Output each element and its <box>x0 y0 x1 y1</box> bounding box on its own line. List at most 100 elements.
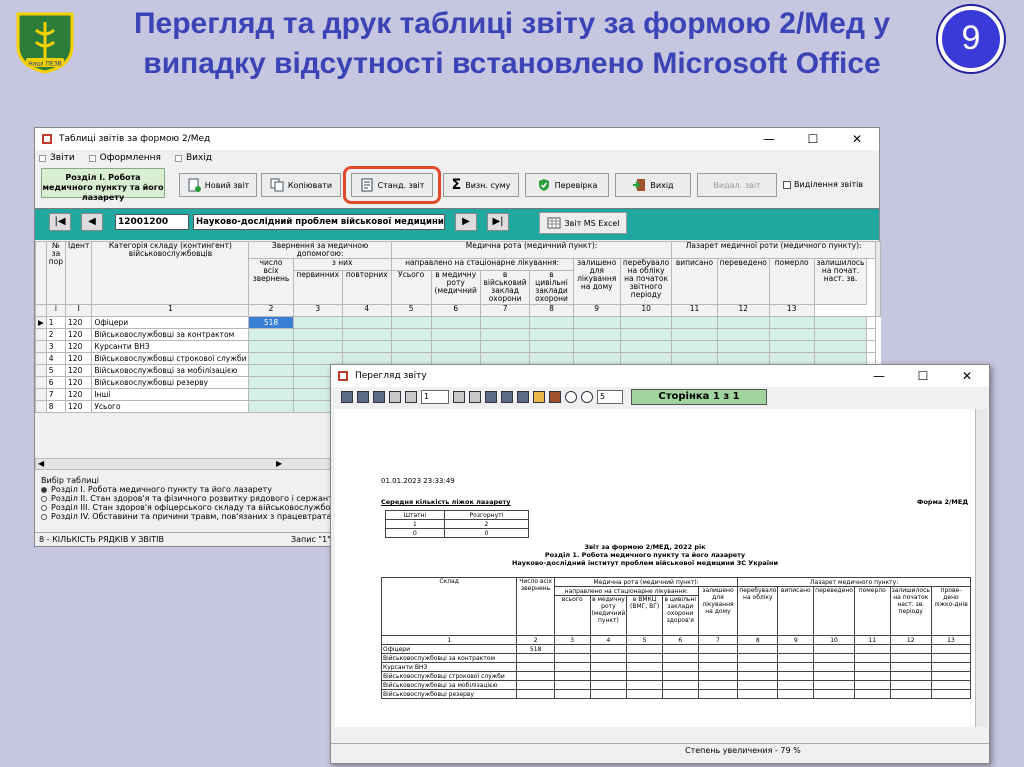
preview-toolbar: 1 5 Сторінка 1 з 1 <box>331 387 989 407</box>
table-row[interactable]: 2 120 Військовослужбовці за контрактом <box>35 328 881 341</box>
vertical-scrollbar[interactable] <box>975 409 987 727</box>
page-number-badge: 9 <box>938 6 1004 72</box>
col-to-civil-facility-header[interactable]: в цивільні заклади охорони <box>529 270 574 305</box>
delete-report-button[interactable]: Видал. звіт <box>697 173 777 197</box>
slide-title: Перегляд та друк таблиці звіту за формою… <box>133 7 891 80</box>
app-icon <box>42 134 52 144</box>
copy-button[interactable]: Копіювати <box>261 173 341 197</box>
maximize-icon[interactable]: ☐ <box>901 365 945 387</box>
organization-field[interactable]: Науково-дослідний проблем військової мед… <box>193 214 445 230</box>
zoom-status: Степень увеличения - 79 % <box>685 746 801 755</box>
table-choice-option[interactable]: Розділ ІІІ. Стан здоров'я офіцерського с… <box>41 503 368 512</box>
main-toolbar: Розділ І. Робота медичного пункту та йог… <box>35 166 879 206</box>
table-row[interactable]: 3 120 Курсанти ВНЗ <box>35 340 881 353</box>
unit-code-field[interactable]: 12001200 <box>115 214 189 230</box>
page-view-icon[interactable] <box>341 391 353 403</box>
check-button[interactable]: Перевірка <box>525 173 609 197</box>
zoom-input[interactable]: 5 <box>597 390 623 404</box>
standard-report-highlight <box>343 166 441 204</box>
prev-page-icon[interactable] <box>405 391 417 403</box>
close-icon[interactable]: ✕ <box>945 365 989 387</box>
col-left-home-header[interactable]: залишено для лікування на дому <box>572 258 621 305</box>
main-window-titlebar[interactable]: Таблиці звітів за формою 2/Мед — ☐ ✕ <box>35 128 879 150</box>
preview-page-area: 01.01.2023 23:33:49 Середня кількість лі… <box>335 409 975 727</box>
report-preview-window: Перегляд звіту — ☐ ✕ 1 5 Сторінка 1 з 1 … <box>330 364 990 764</box>
col-discharged-header[interactable]: виписано <box>671 258 718 305</box>
sum-button[interactable]: Σ Визн. суму <box>443 173 519 197</box>
table-row[interactable]: 4 120 Військовослужбовці строкової служби <box>35 352 881 365</box>
report-paper: 01.01.2023 23:33:49 Середня кількість лі… <box>335 409 975 727</box>
record-status: Запис "1" <box>291 535 331 544</box>
col-total-header[interactable]: Усього <box>390 270 432 305</box>
report-title-3: Науково-дослідний інститут проблем війсь… <box>511 559 779 567</box>
zoom-in-icon[interactable] <box>565 391 577 403</box>
next-page-icon[interactable] <box>453 391 465 403</box>
exit-button[interactable]: Вихід <box>615 173 691 197</box>
col-remained-start-header[interactable]: перебувало на обліку на початок звітного… <box>619 258 673 305</box>
horizontal-scrollbar[interactable]: ◀ ▶ <box>35 458 335 470</box>
avg-beds-title: Середня кількість ліжок лазарету <box>381 498 511 506</box>
col-to-mil-facility-header[interactable]: в військовий заклад охорони <box>479 270 531 305</box>
maximize-icon[interactable]: ☐ <box>791 128 835 150</box>
page-number-input[interactable]: 1 <box>421 390 449 404</box>
table-choice-option[interactable]: Розділ ІІ. Стан здоров'я та фізичного ро… <box>41 494 368 503</box>
lazaret-group-header: Лазарет медичної роти (медичного пункту)… <box>671 241 876 259</box>
sigma-icon: Σ <box>451 177 462 193</box>
med-company-group-header: Медична рота (медичний пункт): <box>390 241 673 259</box>
form-label: Форма 2/МЕД <box>917 498 969 506</box>
menu-formatting[interactable]: Оформлення <box>88 153 161 163</box>
inpatient-group-header: направлено на стаціонарне лікування: <box>390 258 574 271</box>
table-choice-label: Вибір таблиці <box>41 476 99 485</box>
last-record-button[interactable]: ▶| <box>487 213 509 231</box>
prev-record-button[interactable]: ◀ <box>81 213 103 231</box>
print-table-row: Військовослужбовці за мобілізацією <box>380 680 972 690</box>
ms-excel-button[interactable]: Звіт MS Excel <box>539 212 627 234</box>
menu-reports[interactable]: Звіти <box>39 153 75 163</box>
two-pages-icon[interactable] <box>357 391 369 403</box>
last-page-icon[interactable] <box>469 391 481 403</box>
minimize-icon[interactable]: — <box>857 365 901 387</box>
preview-status-bar: Степень увеличения - 79 % <box>331 743 989 757</box>
col-primary-header[interactable]: первинних <box>292 270 343 305</box>
print-setup-icon[interactable] <box>501 391 513 403</box>
col-died-header[interactable]: померло <box>768 258 815 305</box>
print-table-row: Офіцери 518 <box>380 644 972 654</box>
preview-window-titlebar[interactable]: Перегляд звіту — ☐ ✕ <box>331 365 989 387</box>
first-record-button[interactable]: |◀ <box>49 213 71 231</box>
section-label: Розділ І. Робота медичного пункту та йог… <box>41 168 165 202</box>
col-transferred-header[interactable]: переведено <box>716 258 770 305</box>
new-document-icon <box>188 178 201 192</box>
save-icon[interactable] <box>517 391 529 403</box>
multi-page-icon[interactable] <box>373 391 385 403</box>
menu-exit[interactable]: Вихід <box>174 153 212 163</box>
visits-group-header: Звернення за медичною допомогою: <box>248 241 392 259</box>
print-icon[interactable] <box>485 391 497 403</box>
zoom-out-icon[interactable] <box>581 391 593 403</box>
emblem-logo: Нашi ПЕЗВ <box>16 12 74 74</box>
col-visits-all-header[interactable]: число всіх звернень <box>248 258 294 305</box>
report-title-2: Розділ 1. Робота медичного пункту та йог… <box>544 551 746 559</box>
main-menu-bar: Звіти Оформлення Вихід <box>35 150 879 166</box>
new-report-button[interactable]: Новий звіт <box>179 173 257 197</box>
col-remained-end-header[interactable]: залишилось на почат. наст. зв. <box>813 258 868 305</box>
copy-icon <box>270 178 284 192</box>
col-num-header[interactable]: № за пор <box>45 241 67 305</box>
exit-door-icon[interactable] <box>549 391 561 403</box>
first-page-icon[interactable] <box>389 391 401 403</box>
open-icon[interactable] <box>533 391 545 403</box>
minimize-icon[interactable]: — <box>747 128 791 150</box>
col-repeat-header[interactable]: повторних <box>341 270 392 305</box>
col-to-med-company-header[interactable]: в медичну роту (медичний <box>430 270 481 305</box>
col-id-header[interactable]: Ідент <box>65 241 93 305</box>
report-datetime: 01.01.2023 23:33:49 <box>381 477 455 485</box>
select-reports-checkbox[interactable]: Виділення звітів <box>783 180 863 189</box>
table-choice-group: Вибір таблиці Розділ І. Робота медичного… <box>41 476 368 521</box>
next-record-button[interactable]: ▶ <box>455 213 477 231</box>
table-choice-option[interactable]: Розділ І. Робота медичного пункту та йог… <box>41 485 368 494</box>
of-which-header: з них <box>292 258 392 271</box>
table-row[interactable]: ▶ 1 120 Офіцери 518 <box>35 316 881 329</box>
col-category-header[interactable]: Категорія складу (контингент) військовос… <box>91 241 250 305</box>
table-choice-option[interactable]: Розділ IV. Обставини та причини травм, п… <box>41 512 368 521</box>
selected-cell[interactable]: 518 <box>248 316 294 329</box>
close-icon[interactable]: ✕ <box>835 128 879 150</box>
